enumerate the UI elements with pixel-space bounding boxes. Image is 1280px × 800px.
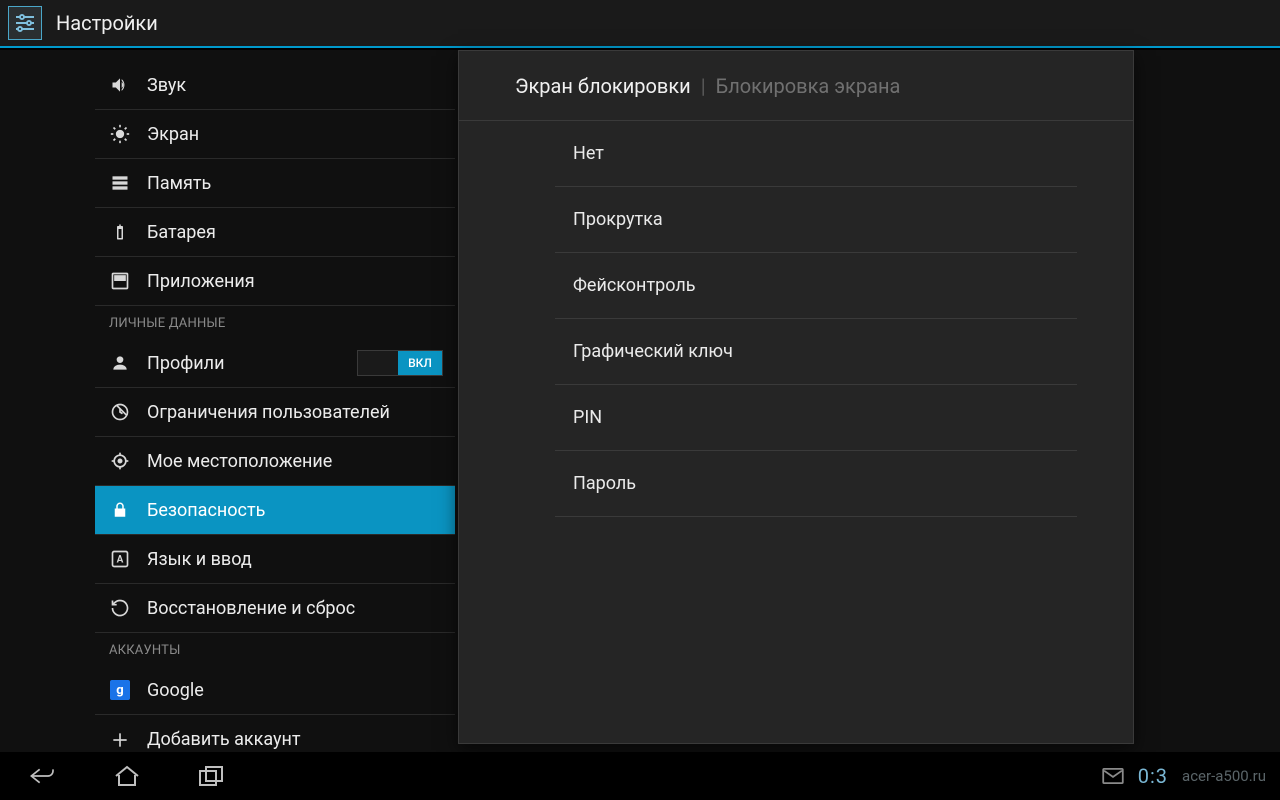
sidebar-item-add-account[interactable]: Добавить аккаунт xyxy=(95,715,455,752)
storage-icon xyxy=(109,172,131,194)
dialog-list: Нет Прокрутка Фейсконтроль Графический к… xyxy=(459,121,1133,517)
body-area: УСТРОЙСТВО Звук Экран Память Батарея При… xyxy=(0,50,1280,752)
backup-icon xyxy=(109,597,131,619)
breadcrumb-separator: | xyxy=(701,74,706,98)
sidebar-item-security[interactable]: Безопасность xyxy=(95,486,455,535)
sidebar-item-location[interactable]: Мое местоположение xyxy=(95,437,455,486)
app-bar: Настройки xyxy=(0,0,1280,48)
system-nav-bar: 0:3 acer-a500.ru xyxy=(0,752,1280,800)
screen-lock-dialog: Экран блокировки | Блокировка экрана Нет… xyxy=(458,50,1134,744)
language-icon: A xyxy=(109,548,131,570)
toggle-on-label: ВКЛ xyxy=(398,351,442,375)
lock-option-pattern[interactable]: Графический ключ xyxy=(555,319,1077,385)
section-header-accounts: АККАУНТЫ xyxy=(95,633,455,666)
status-clock[interactable]: 0:3 xyxy=(1138,764,1168,788)
battery-icon xyxy=(109,221,131,243)
google-icon: g xyxy=(109,679,131,701)
sidebar-item-battery[interactable]: Батарея xyxy=(95,208,455,257)
breadcrumb-secondary: Блокировка экрана xyxy=(716,74,901,98)
sidebar-item-label: Мое местоположение xyxy=(147,451,443,472)
home-button[interactable] xyxy=(106,760,148,792)
sidebar-item-label: Профили xyxy=(147,353,357,374)
lock-icon xyxy=(109,499,131,521)
sidebar-item-sound[interactable]: Звук xyxy=(95,61,455,110)
watermark: acer-a500.ru xyxy=(1182,767,1266,785)
section-header-device: УСТРОЙСТВО xyxy=(95,50,455,61)
lock-option-password[interactable]: Пароль xyxy=(555,451,1077,517)
lock-option-none[interactable]: Нет xyxy=(555,121,1077,187)
sidebar-item-label: Память xyxy=(147,173,443,194)
sidebar-item-label: Добавить аккаунт xyxy=(147,729,443,750)
lock-option-slide[interactable]: Прокрутка xyxy=(555,187,1077,253)
sidebar-item-label: Google xyxy=(147,680,443,701)
add-icon xyxy=(109,729,131,751)
sidebar-item-google[interactable]: g Google xyxy=(95,666,455,715)
sidebar-item-label: Язык и ввод xyxy=(147,549,443,570)
sidebar-item-language[interactable]: A Язык и ввод xyxy=(95,535,455,584)
lock-option-face[interactable]: Фейсконтроль xyxy=(555,253,1077,319)
sidebar-item-label: Экран xyxy=(147,124,443,145)
sidebar-item-label: Приложения xyxy=(147,271,443,292)
app-title: Настройки xyxy=(56,11,158,35)
svg-text:A: A xyxy=(117,554,124,565)
back-button[interactable] xyxy=(22,760,64,792)
sidebar-item-label: Звук xyxy=(147,75,443,96)
sidebar[interactable]: УСТРОЙСТВО Звук Экран Память Батарея При… xyxy=(0,50,455,752)
location-icon xyxy=(109,450,131,472)
mail-notification-icon[interactable] xyxy=(1102,768,1124,784)
settings-icon xyxy=(8,6,42,40)
sidebar-item-label: Ограничения пользователей xyxy=(147,402,443,423)
recent-apps-button[interactable] xyxy=(190,760,232,792)
restrictions-icon xyxy=(109,401,131,423)
sound-icon xyxy=(109,74,131,96)
display-icon xyxy=(109,123,131,145)
lock-option-pin[interactable]: PIN xyxy=(555,385,1077,451)
sidebar-item-label: Безопасность xyxy=(147,500,443,521)
profiles-icon xyxy=(109,352,131,374)
profiles-toggle[interactable]: ВКЛ xyxy=(357,350,443,376)
sidebar-item-backup[interactable]: Восстановление и сброс xyxy=(95,584,455,633)
sidebar-item-label: Батарея xyxy=(147,222,443,243)
breadcrumb-primary: Экран блокировки xyxy=(515,74,691,98)
apps-icon xyxy=(109,270,131,292)
sidebar-item-apps[interactable]: Приложения xyxy=(95,257,455,306)
sidebar-item-label: Восстановление и сброс xyxy=(147,598,443,619)
sidebar-item-display[interactable]: Экран xyxy=(95,110,455,159)
sidebar-item-profiles[interactable]: Профили ВКЛ xyxy=(95,339,455,388)
sidebar-item-restrictions[interactable]: Ограничения пользователей xyxy=(95,388,455,437)
section-header-personal: ЛИЧНЫЕ ДАННЫЕ xyxy=(95,306,455,339)
dialog-breadcrumb: Экран блокировки | Блокировка экрана xyxy=(459,51,1133,121)
sidebar-item-storage[interactable]: Память xyxy=(95,159,455,208)
